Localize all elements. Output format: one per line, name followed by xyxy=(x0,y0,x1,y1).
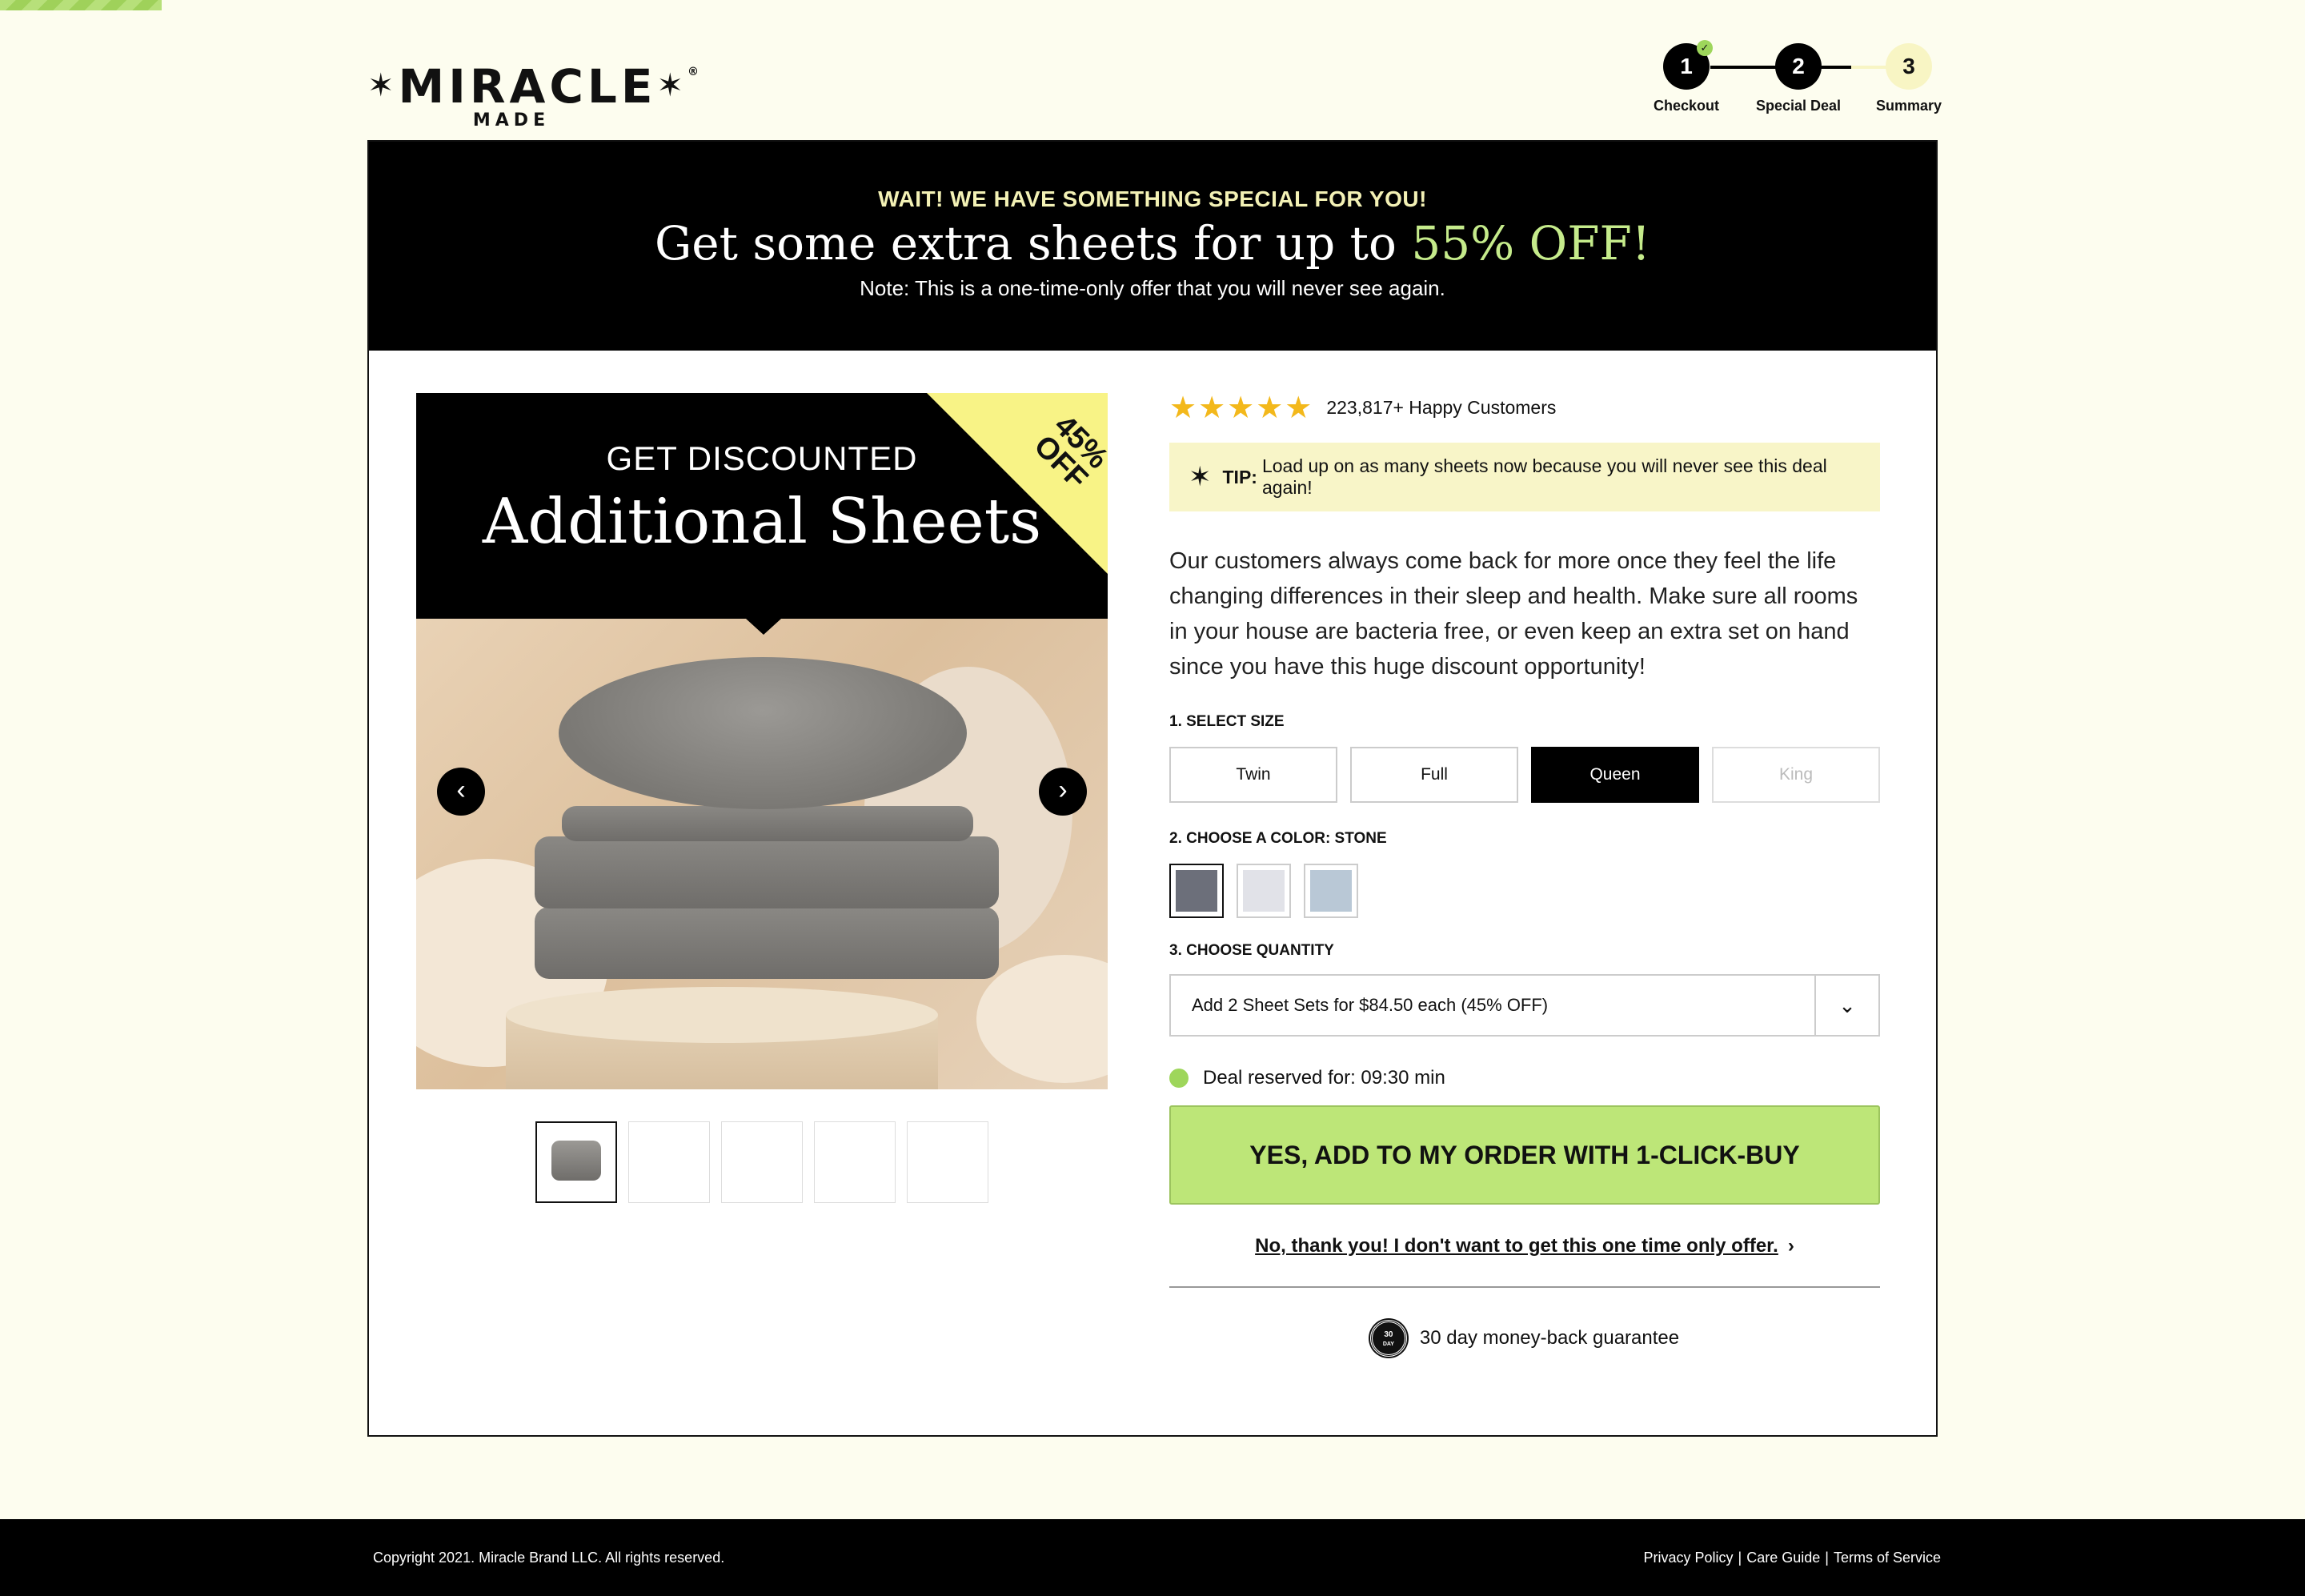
footer-link-terms[interactable]: Terms of Service xyxy=(1834,1550,1941,1566)
chevron-down-icon[interactable]: ⌄ xyxy=(1814,976,1878,1035)
size-option-king[interactable]: King xyxy=(1712,747,1880,803)
tip-box: ✶ TIP: Load up on as many sheets now bec… xyxy=(1169,443,1880,511)
star-rating-icon: ★★★★★ xyxy=(1169,391,1314,425)
step-checkout: 1 ✓ Checkout xyxy=(1630,40,1742,114)
status-dot-icon xyxy=(1169,1069,1189,1088)
size-label: 1. SELECT SIZE xyxy=(1169,713,1285,730)
thumbnail[interactable] xyxy=(721,1121,803,1203)
gallery-prev-button[interactable]: ‹ xyxy=(437,768,485,816)
color-swatch-stone[interactable] xyxy=(1169,864,1224,918)
size-option-full[interactable]: Full xyxy=(1350,747,1518,803)
step-label: Checkout xyxy=(1653,98,1719,114)
banner-note: Note: This is a one-time-only offer that… xyxy=(860,276,1445,300)
gallery-next-button[interactable]: › xyxy=(1039,768,1087,816)
folded-sheet xyxy=(535,907,999,979)
decline-text: No, thank you! I don't want to get this … xyxy=(1255,1235,1778,1257)
step-number: 1 xyxy=(1680,54,1693,78)
guarantee-text: 30 day money-back guarantee xyxy=(1419,1327,1680,1349)
offer-details: ★★★★★ 223,817+ Happy Customers ✶ TIP: Lo… xyxy=(1169,391,1880,1357)
rating-text: 223,817+ Happy Customers xyxy=(1326,396,1557,418)
step-label: Summary xyxy=(1875,98,1942,114)
banner-discount: 55% OFF! xyxy=(1411,216,1651,271)
footer-links: Privacy Policy | Care Guide | Terms of Servi… xyxy=(1643,1550,1941,1566)
tip-label: TIP: xyxy=(1222,466,1257,487)
size-selector: Twin Full Queen King xyxy=(1169,747,1880,803)
deal-timer: Deal reserved for: 09:30 min xyxy=(1169,1067,1880,1089)
brand-logo[interactable]: ✶MIRACLE✶® MADE xyxy=(367,46,699,130)
quantity-select[interactable]: Add 2 Sheet Sets for $84.50 each (45% OF… xyxy=(1169,974,1880,1037)
pedestal-top xyxy=(506,987,938,1043)
divider xyxy=(1169,1286,1880,1288)
logo-registered: ® xyxy=(687,66,704,78)
star-burst-icon: ✶ xyxy=(1189,462,1212,492)
upsell-card: WAIT! WE HAVE SOMETHING SPECIAL FOR YOU!… xyxy=(367,140,1938,1437)
quantity-value: Add 2 Sheet Sets for $84.50 each (45% OF… xyxy=(1192,995,1549,1015)
checkout-steps: 1 ✓ Checkout 2 Special Deal 3 Summary xyxy=(1640,40,1942,123)
size-option-queen[interactable]: Queen xyxy=(1531,747,1699,803)
offer-description: Our customers always come back for more … xyxy=(1169,548,1858,680)
decline-offer-link[interactable]: No, thank you! I don't want to get this … xyxy=(1169,1235,1880,1257)
logo-name: MIRACLE xyxy=(398,59,657,114)
folded-sheet xyxy=(535,836,999,908)
logo-star-icon: ✶ xyxy=(367,67,399,104)
chevron-right-icon: › xyxy=(1787,1235,1794,1257)
folded-sheet xyxy=(562,806,973,841)
guarantee-seal-icon: 30 DAY xyxy=(1369,1320,1407,1357)
tip-text: Load up on as many sheets now because yo… xyxy=(1261,455,1827,498)
step-number: 2 xyxy=(1775,43,1822,90)
promo-notch xyxy=(746,619,781,635)
size-option-twin[interactable]: Twin xyxy=(1169,747,1337,803)
footer-link-privacy[interactable]: Privacy Policy xyxy=(1643,1550,1733,1566)
step-summary: 3 Summary xyxy=(1853,43,1965,114)
footer: Copyright 2021. Miracle Brand LLC. All r… xyxy=(0,1519,2305,1596)
banner-headline: Get some extra sheets for up to 55% OFF! xyxy=(654,216,1651,271)
footer-link-care-guide[interactable]: Care Guide xyxy=(1746,1550,1820,1566)
logo-star-icon: ✶ xyxy=(656,67,688,104)
thumbnail-strip xyxy=(416,1121,1108,1203)
color-swatch-white[interactable] xyxy=(1237,864,1291,918)
color-label: 2. CHOOSE A COLOR: STONE xyxy=(1169,830,1387,847)
banner-kicker: WAIT! WE HAVE SOMETHING SPECIAL FOR YOU! xyxy=(878,186,1427,211)
add-to-order-button[interactable]: YES, ADD TO MY ORDER WITH 1-CLICK-BUY xyxy=(1169,1105,1880,1205)
check-icon: ✓ xyxy=(1697,40,1713,56)
product-gallery: GET DISCOUNTED Additional Sheets 45% OFF… xyxy=(416,393,1108,1203)
header: ✶MIRACLE✶® MADE 1 ✓ Checkout 2 Special D… xyxy=(367,40,1942,130)
product-image: ‹ › xyxy=(416,619,1108,1089)
copyright: Copyright 2021. Miracle Brand LLC. All r… xyxy=(373,1550,725,1566)
guarantee: 30 DAY 30 day money-back guarantee xyxy=(1169,1320,1880,1357)
thumbnail[interactable] xyxy=(628,1121,710,1203)
background-rock xyxy=(976,955,1108,1083)
timer-text: Deal reserved for: 09:30 min xyxy=(1203,1067,1445,1089)
progress-stripe xyxy=(0,0,162,10)
step-label: Special Deal xyxy=(1755,98,1842,114)
promo-header: GET DISCOUNTED Additional Sheets 45% OFF xyxy=(416,393,1108,619)
color-selector xyxy=(1169,864,1880,918)
color-swatch-blue[interactable] xyxy=(1304,864,1358,918)
thumbnail[interactable] xyxy=(535,1121,617,1203)
step-number: 3 xyxy=(1886,43,1932,90)
offer-banner: WAIT! WE HAVE SOMETHING SPECIAL FOR YOU!… xyxy=(369,142,1936,351)
rating: ★★★★★ 223,817+ Happy Customers xyxy=(1169,391,1880,425)
step-special-deal: 2 Special Deal xyxy=(1742,43,1854,114)
quantity-label: 3. CHOOSE QUANTITY xyxy=(1169,942,1334,959)
thumbnail[interactable] xyxy=(814,1121,896,1203)
pillow xyxy=(559,657,967,809)
thumbnail[interactable] xyxy=(907,1121,988,1203)
